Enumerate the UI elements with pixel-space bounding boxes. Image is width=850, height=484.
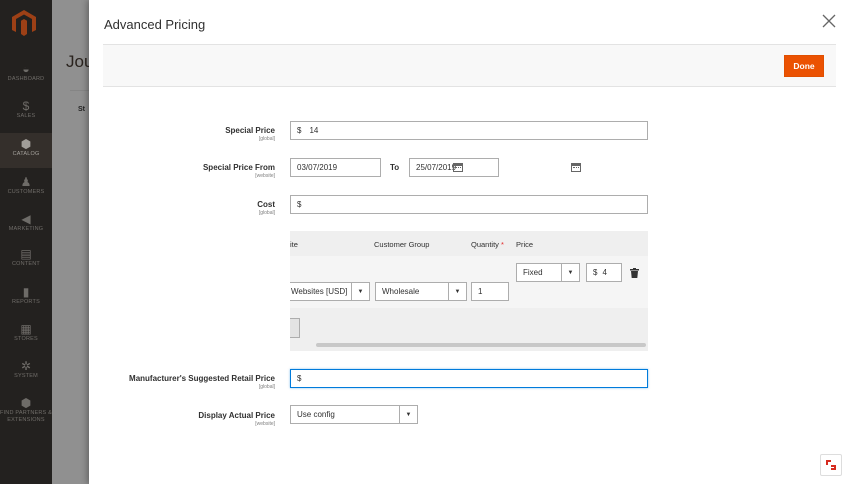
cost-label: Cost <box>257 200 275 209</box>
special-price-from-input[interactable]: 03/07/2019 <box>290 158 381 177</box>
special-price-to-value: 25/07/2019 <box>416 163 457 172</box>
trash-icon[interactable] <box>630 268 639 278</box>
chevron-down-icon: ▼ <box>448 283 466 300</box>
currency-symbol: $ <box>593 268 598 277</box>
msrp-label: Manufacturer's Suggested Retail Price <box>129 374 275 383</box>
cost-input[interactable]: $ <box>290 195 648 214</box>
quantity-input[interactable]: 1 <box>471 282 509 301</box>
currency-symbol: $ <box>297 200 302 209</box>
price-type-select[interactable]: Fixed ▼ <box>516 263 580 282</box>
quantity-header-text: Quantity <box>471 240 499 249</box>
special-price-from-scope: [website] <box>255 173 275 179</box>
display-actual-price-label: Display Actual Price <box>198 411 275 420</box>
cost-scope: [global] <box>258 210 275 216</box>
add-tier-button[interactable] <box>290 318 300 338</box>
tier-price-input[interactable]: $ 4 <box>586 263 622 282</box>
grid-header: ite Customer Group Quantity * Price <box>290 231 648 256</box>
close-icon[interactable] <box>822 14 836 28</box>
special-price-from-value: 03/07/2019 <box>297 163 338 172</box>
display-actual-price-label-group: Display Actual Price [website] <box>25 411 275 427</box>
customer-group-select[interactable]: Wholesale ▼ <box>375 282 467 301</box>
column-header-website: ite <box>290 240 298 249</box>
special-price-label-group: Special Price [global] <box>25 126 275 142</box>
website-select[interactable]: Websites [USD] ▼ <box>290 282 370 301</box>
horizontal-scrollbar[interactable] <box>316 343 646 347</box>
chevron-down-icon: ▼ <box>351 283 369 300</box>
special-price-scope: [global] <box>258 136 275 142</box>
display-actual-price-value: Use config <box>297 410 335 419</box>
modal-title: Advanced Pricing <box>104 17 206 32</box>
tier-price-grid: ite Customer Group Quantity * Price Webs… <box>290 231 648 351</box>
chevron-down-icon: ▼ <box>561 264 579 281</box>
msrp-scope: [global] <box>258 384 275 390</box>
chevron-down-icon: ▼ <box>399 406 417 423</box>
column-header-quantity: Quantity * <box>471 240 504 249</box>
msrp-label-group: Manufacturer's Suggested Retail Price [g… <box>25 374 275 390</box>
to-label: To <box>390 163 400 172</box>
calendar-icon[interactable] <box>571 163 581 172</box>
quantity-value: 1 <box>478 287 483 296</box>
msrp-input[interactable]: $ <box>290 369 648 388</box>
column-header-price: Price <box>516 240 534 249</box>
calendar-icon-to[interactable] <box>453 163 463 172</box>
required-mark: * <box>501 240 504 249</box>
special-price-label: Special Price <box>225 126 275 135</box>
display-actual-price-scope: [website] <box>255 421 275 427</box>
website-select-value: Websites [USD] <box>291 287 348 296</box>
special-price-value: 14 <box>309 126 319 135</box>
done-button[interactable]: Done <box>784 55 824 77</box>
cost-label-group: Cost [global] <box>25 200 275 216</box>
extension-badge-icon[interactable] <box>820 454 842 476</box>
brand-mark-icon <box>826 460 836 470</box>
table-row: Websites [USD] ▼ Wholesale ▼ 1 Fixed ▼ $… <box>290 256 648 308</box>
column-header-customer-group: Customer Group <box>374 240 430 249</box>
price-type-value: Fixed <box>523 268 543 277</box>
currency-symbol: $ <box>297 374 302 383</box>
customer-group-value: Wholesale <box>382 287 420 296</box>
grid-footer <box>290 308 648 338</box>
currency-symbol: $ <box>297 126 302 135</box>
special-price-input[interactable]: $ 14 <box>290 121 648 140</box>
special-price-from-label: Special Price From <box>202 163 275 172</box>
tier-price-value: 4 <box>602 268 607 277</box>
display-actual-price-select[interactable]: Use config ▼ <box>290 405 418 424</box>
special-price-from-label-group: Special Price From [website] <box>25 163 275 179</box>
modal-action-bar: Done <box>103 44 836 87</box>
